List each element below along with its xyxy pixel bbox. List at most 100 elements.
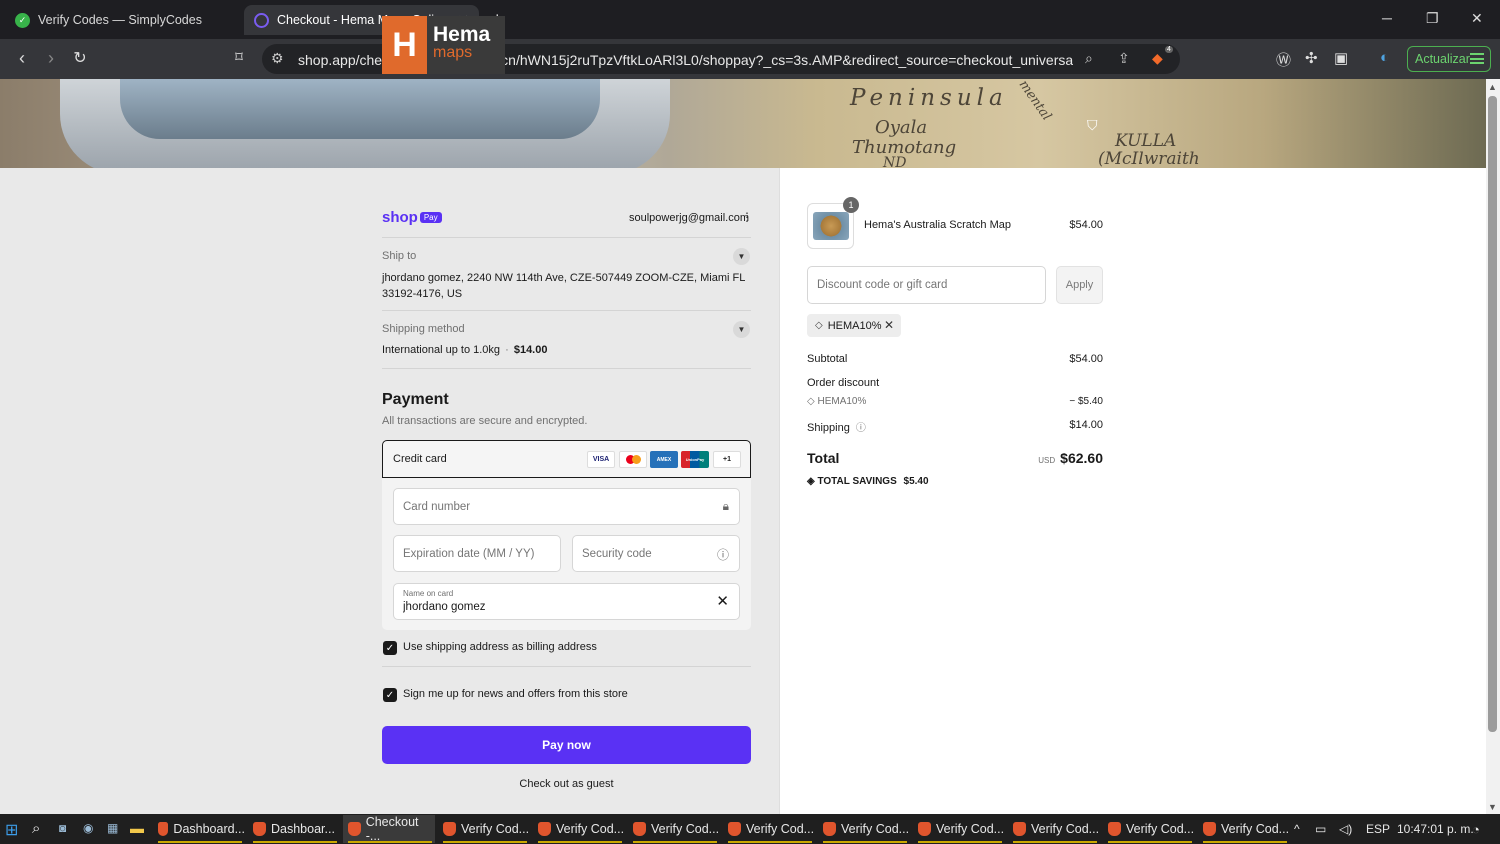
taskbar-window-button[interactable]: Verify Cod... (1103, 815, 1195, 843)
name-on-card-field[interactable]: Name on card ✕ (393, 583, 740, 620)
applied-discount-chip: ◇ HEMA10% ✕ (807, 314, 901, 337)
network-icon[interactable]: ▭ (1315, 822, 1326, 836)
hema-maps-logo[interactable]: H Hema maps (382, 16, 505, 74)
running-indicator (158, 841, 242, 843)
back-icon[interactable]: ‹ (11, 48, 33, 69)
product-price: $54.00 (1069, 219, 1103, 231)
quantity-badge: 1 (843, 197, 859, 213)
taskbar-window-label: Verify Cod... (841, 822, 910, 836)
taskbar-window-button[interactable]: Dashboar... (248, 815, 340, 843)
taskbar-window-button[interactable]: Verify Cod... (533, 815, 625, 843)
tag-icon: ◇ (807, 396, 818, 407)
volume-icon[interactable]: ◁) (1339, 822, 1352, 836)
apply-button[interactable]: Apply (1056, 266, 1103, 304)
share-icon[interactable]: ⇪ (1118, 50, 1130, 67)
shipping-method-price: $14.00 (513, 344, 548, 356)
file-explorer-icon[interactable]: ▬ (130, 820, 144, 836)
taskbar-window-button[interactable]: Verify Cod... (1008, 815, 1100, 843)
clear-icon[interactable]: ✕ (716, 592, 729, 610)
newsletter-checkbox[interactable]: ✓ (383, 688, 397, 702)
tag-icon: ◇ (815, 320, 823, 331)
discount-field[interactable] (807, 266, 1046, 304)
language-indicator[interactable]: ESP (1366, 822, 1390, 836)
tab-verify-codes[interactable]: ✓ Verify Codes — SimplyCodes (5, 5, 240, 35)
notifications-icon[interactable]: ◔ (1472, 822, 1480, 837)
name-on-card-label: Name on card (403, 589, 454, 598)
forward-icon[interactable]: › (40, 48, 62, 69)
brave-browser-icon (348, 822, 361, 836)
pay-now-button[interactable]: Pay now (382, 726, 751, 764)
taskbar-window-button[interactable]: Verify Cod... (1198, 815, 1290, 843)
card-number-input[interactable] (394, 489, 739, 524)
savings-label: TOTAL SAVINGS (817, 476, 897, 487)
brave-shields-icon[interactable]: ◆ (1152, 50, 1163, 67)
expiration-date-field[interactable] (393, 535, 561, 572)
chevron-up-icon[interactable]: ^ (1294, 822, 1300, 836)
billing-checkbox-label: Use shipping address as billing address (403, 641, 597, 653)
vpn-icon[interactable]: ◐ (1380, 49, 1389, 66)
taskbar-window-label: Verify Cod... (1126, 822, 1195, 836)
running-indicator (253, 841, 337, 843)
discount-input[interactable] (808, 267, 1045, 303)
minimize-icon[interactable]: ─ (1382, 10, 1392, 26)
divider (382, 666, 751, 667)
brave-browser-icon (633, 822, 646, 836)
reload-icon[interactable]: ↻ (69, 48, 91, 68)
bookmark-icon[interactable]: ⌑ (228, 48, 250, 66)
sidebar-icon[interactable]: ▣ (1334, 49, 1348, 67)
site-settings-icon[interactable]: ⚙ (271, 50, 284, 67)
zoom-icon[interactable]: ⌕ (1085, 50, 1093, 67)
taskbar-window-button[interactable]: Verify Cod... (818, 815, 910, 843)
cart-icon[interactable]: ⛉ (1087, 117, 1098, 134)
clock[interactable]: 10:47:01 p. m. (1397, 822, 1474, 836)
windows-taskbar: ⊞ ⌕ ◙ ◉ ▦ ▬ Dashboard... Dashboar... Check… (0, 814, 1500, 844)
discount-code: HEMA10% (817, 396, 867, 407)
ship-to-chevron-down-icon[interactable]: ▼ (733, 248, 750, 265)
scroll-down-icon[interactable]: ▼ (1488, 802, 1497, 812)
restore-icon[interactable]: ❐ (1426, 10, 1439, 27)
calculator-icon[interactable]: ▦ (107, 821, 118, 835)
account-menu-icon[interactable]: ⋮ (741, 210, 753, 224)
shipping-help-icon[interactable]: ⓘ (856, 423, 866, 434)
wallet-icon[interactable]: Ⓦ (1276, 49, 1291, 70)
taskbar-window-label: Dashboard... (173, 822, 245, 836)
taskbar-window-button[interactable]: Verify Cod... (913, 815, 1005, 843)
applied-code: HEMA10% (827, 319, 882, 332)
card-number-field[interactable]: 🔒︎ (393, 488, 740, 525)
security-code-field[interactable]: ⓘ (572, 535, 740, 572)
guest-checkout-link[interactable]: Check out as guest (382, 778, 751, 790)
logo-name: Hema (433, 23, 491, 46)
taskbar-window-button[interactable]: Checkout -... (343, 815, 435, 843)
ship-to-address: jhordano gomez, 2240 NW 114th Ave, CZE-5… (382, 272, 745, 300)
account-email: soulpowerjg@gmail.com (629, 212, 749, 224)
total-label: Total (807, 450, 840, 466)
remove-discount-icon[interactable]: ✕ (884, 318, 894, 332)
logo-sub: maps (433, 44, 473, 61)
windows-start-icon[interactable]: ⊞ (5, 820, 18, 840)
taskbar-window-button[interactable]: Verify Cod... (628, 815, 720, 843)
divider (382, 368, 751, 369)
extensions-icon[interactable]: ✣ (1305, 49, 1318, 67)
taskbar-window-button[interactable]: Verify Cod... (438, 815, 530, 843)
scroll-up-icon[interactable]: ▲ (1488, 82, 1497, 92)
expiration-date-input[interactable] (394, 536, 560, 571)
menu-icon (1470, 53, 1484, 64)
update-button[interactable]: Actualizar (1407, 46, 1491, 72)
shipping-method-chevron-down-icon[interactable]: ▼ (733, 321, 750, 338)
help-icon[interactable]: ⓘ (717, 546, 729, 563)
billing-checkbox[interactable]: ✓ (383, 641, 397, 655)
taskbar-window-button[interactable]: Dashboard... (153, 815, 245, 843)
close-window-icon[interactable]: ✕ (1471, 10, 1483, 27)
camera-app-icon[interactable]: ◙ (59, 821, 66, 835)
brave-browser-icon (443, 822, 456, 836)
amex-icon: AMEX (650, 451, 678, 468)
maps-app-icon[interactable]: ◉ (83, 821, 93, 835)
update-label: Actualizar (1415, 52, 1470, 66)
security-code-input[interactable] (573, 536, 739, 571)
credit-card-option[interactable]: Credit card VISA AMEX UnionPay +1 (382, 440, 751, 478)
taskbar-window-label: Verify Cod... (556, 822, 625, 836)
shipping-value: $14.00 (1069, 419, 1103, 431)
scrollbar-thumb[interactable] (1488, 96, 1497, 732)
taskbar-window-button[interactable]: Verify Cod... (723, 815, 815, 843)
search-icon[interactable]: ⌕ (32, 820, 40, 837)
